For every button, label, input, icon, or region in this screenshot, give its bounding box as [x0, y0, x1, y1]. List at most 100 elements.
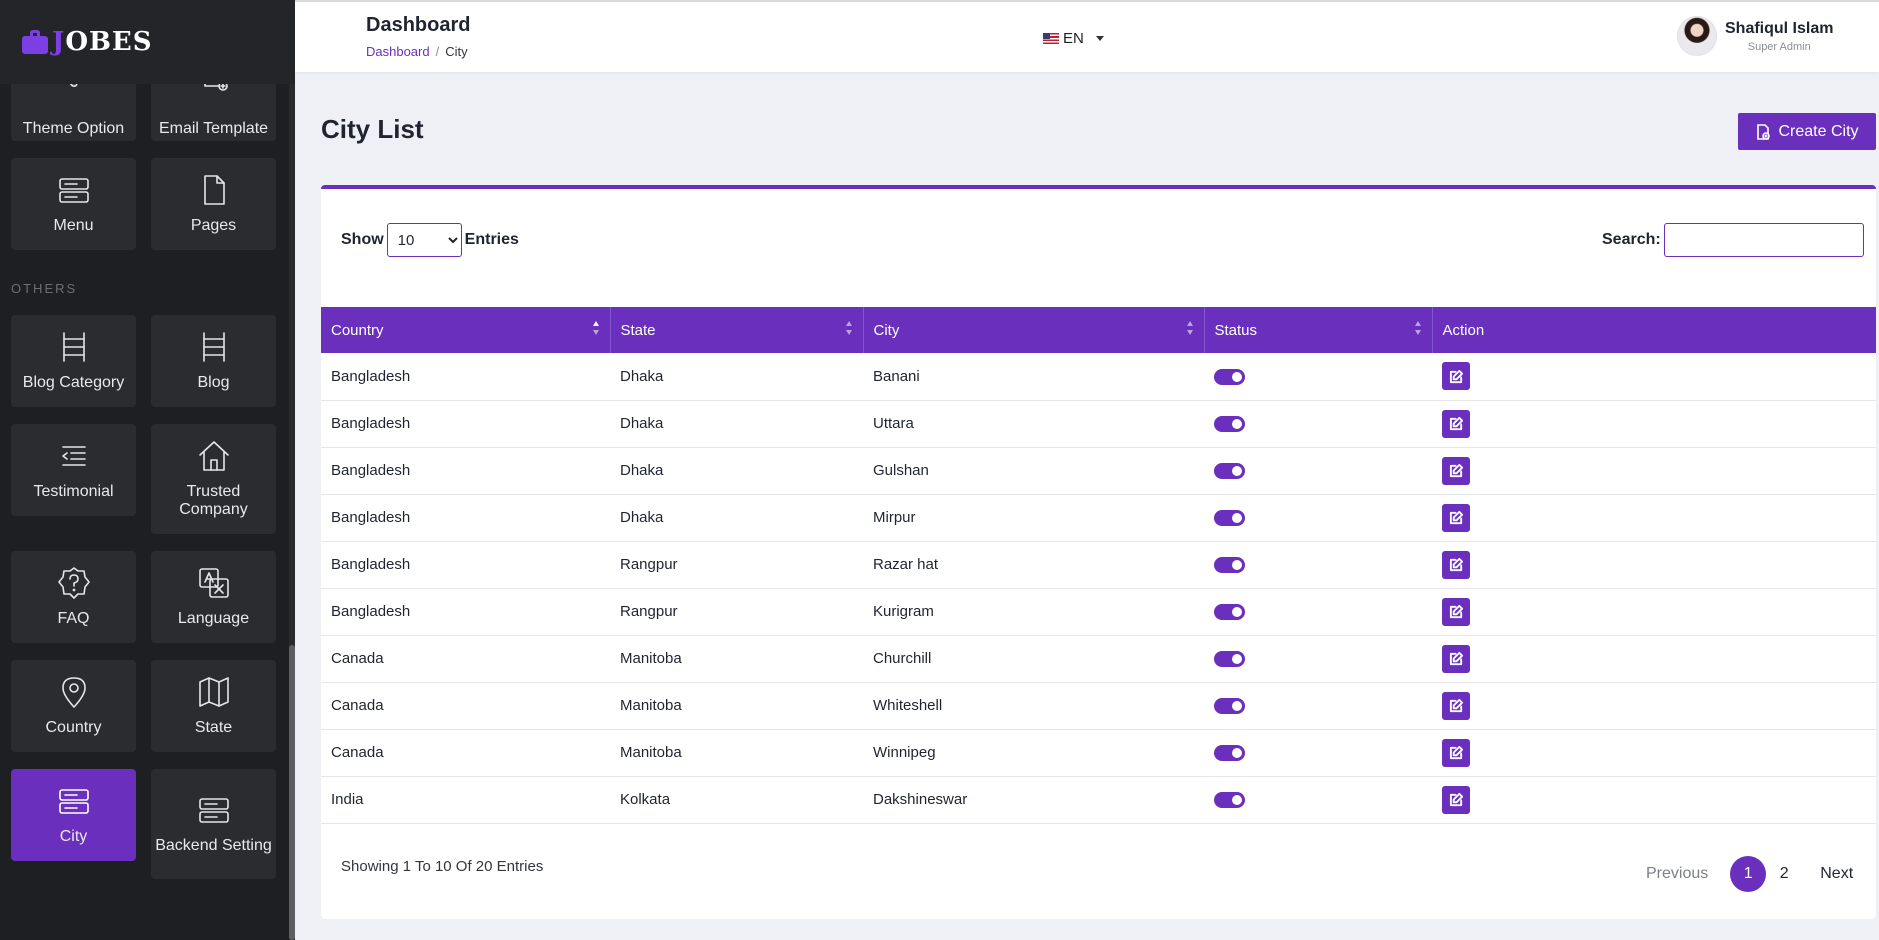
state-cell: Manitoba: [620, 650, 682, 667]
state-cell: Dhaka: [620, 367, 664, 385]
action-cell: [1432, 353, 1876, 400]
sidebar-item-city[interactable]: City: [11, 769, 136, 861]
create-city-button[interactable]: Create City: [1738, 113, 1876, 150]
edit-button[interactable]: [1442, 409, 1470, 438]
sidebar-item-backend-setting[interactable]: Backend Setting: [151, 769, 276, 879]
state-cell: Dhaka: [620, 509, 664, 526]
edit-button[interactable]: [1442, 456, 1470, 485]
edit-icon: [1449, 416, 1463, 431]
city-cell: Winnipeg: [873, 744, 936, 761]
avatar[interactable]: [1677, 16, 1717, 56]
city-cell: Whiteshell: [873, 697, 943, 714]
sort-icon: [1414, 321, 1422, 337]
table-row: Bangladesh Dhaka Gulshan: [321, 447, 1876, 494]
country-cell: Canada: [331, 650, 384, 667]
sidebar: JOBES Theme Option Email Template Menu P…: [0, 0, 295, 940]
status-toggle[interactable]: [1214, 510, 1245, 527]
edit-icon: [1449, 557, 1463, 572]
sidebar-item-trusted-company[interactable]: Trusted Company: [151, 424, 276, 534]
status-toggle[interactable]: [1214, 604, 1245, 621]
pagination-page-2[interactable]: 2: [1766, 856, 1802, 892]
state-cell: Kolkata: [620, 791, 671, 808]
edit-button[interactable]: [1442, 362, 1470, 391]
sidebar-item-menu[interactable]: Menu: [11, 158, 136, 250]
sidebar-item-blog[interactable]: Blog: [151, 315, 276, 407]
action-cell: [1432, 776, 1876, 823]
page-size-select[interactable]: 10: [386, 223, 462, 257]
pagination-page-1[interactable]: 1: [1730, 856, 1767, 892]
language-code: EN: [1063, 30, 1084, 47]
edit-button[interactable]: [1442, 691, 1470, 720]
table-row: Bangladesh Dhaka Banani: [321, 353, 1876, 400]
table-row: Canada Manitoba Whiteshell: [321, 682, 1876, 729]
status-cell: [1204, 494, 1432, 541]
city-cell: Mirpur: [873, 509, 916, 526]
sidebar-item-label: Pages: [190, 217, 237, 234]
country-cell: Bangladesh: [331, 603, 411, 620]
pagination-next[interactable]: Next: [1820, 865, 1853, 883]
breadcrumb-dashboard-link[interactable]: Dashboard: [366, 44, 430, 59]
table-info: Showing 1 To 10 Of 20 Entries: [341, 858, 544, 875]
table-row: Canada Manitoba Winnipeg: [321, 729, 1876, 776]
status-toggle[interactable]: [1214, 651, 1245, 668]
column-header-country[interactable]: Country: [321, 307, 611, 353]
table-header-row: Country State City Status Action: [321, 307, 1876, 353]
column-header-status[interactable]: Status: [1204, 307, 1433, 353]
search-control: Search:: [1602, 223, 1864, 257]
action-cell: [1432, 682, 1876, 729]
status-toggle[interactable]: [1214, 557, 1245, 574]
sidebar-item-label: Email Template: [158, 120, 269, 137]
column-header-state[interactable]: State: [610, 307, 864, 353]
edit-icon: [1449, 792, 1463, 807]
column-header-city[interactable]: City: [863, 307, 1205, 353]
edit-icon: [1449, 651, 1463, 666]
action-cell: [1432, 729, 1876, 776]
sidebar-item-blog-category[interactable]: Blog Category: [11, 315, 136, 407]
status-cell: [1204, 541, 1432, 588]
sidebar-item-label: Testimonial: [33, 483, 114, 500]
pagination-previous[interactable]: Previous: [1646, 865, 1708, 883]
edit-button[interactable]: [1442, 738, 1470, 767]
sidebar-item-pages[interactable]: Pages: [151, 158, 276, 250]
status-toggle[interactable]: [1214, 368, 1245, 385]
sidebar-item-state[interactable]: State: [151, 660, 276, 752]
country-cell: Bangladesh: [331, 462, 411, 479]
edit-button[interactable]: [1442, 785, 1470, 814]
status-toggle[interactable]: [1214, 792, 1245, 809]
edit-button[interactable]: [1442, 503, 1470, 532]
sidebar-item-country[interactable]: Country: [11, 660, 136, 752]
column-header-action: Action: [1442, 321, 1485, 339]
edit-button[interactable]: [1442, 644, 1470, 673]
table-row: Bangladesh Rangpur Razar hat: [321, 541, 1876, 588]
status-cell: [1204, 588, 1432, 635]
sidebar-item-label: Menu: [53, 217, 94, 234]
status-toggle[interactable]: [1214, 698, 1245, 715]
chevron-down-icon: [1095, 36, 1104, 41]
sidebar-item-label: Blog: [197, 374, 230, 391]
status-toggle[interactable]: [1214, 463, 1245, 480]
sidebar-item-language[interactable]: Language: [151, 551, 276, 643]
sidebar-item-testimonial[interactable]: Testimonial: [11, 424, 136, 516]
sidebar-item-faq[interactable]: FAQ: [11, 551, 136, 643]
user-name: Shafiqul Islam: [1725, 19, 1834, 37]
logo[interactable]: JOBES: [0, 0, 295, 84]
country-cell: Canada: [331, 697, 384, 714]
sidebar-scrollbar-thumb[interactable]: [289, 645, 295, 940]
breadcrumb-current: City: [445, 44, 468, 59]
country-cell: Bangladesh: [331, 367, 411, 385]
edit-button[interactable]: [1442, 597, 1470, 626]
state-cell: Dhaka: [620, 415, 664, 432]
sidebar-item-label: Theme Option: [22, 120, 125, 137]
sidebar-item-label: City: [59, 828, 88, 845]
status-toggle[interactable]: [1214, 745, 1245, 762]
edit-button[interactable]: [1442, 550, 1470, 579]
table-row: Bangladesh Rangpur Kurigram: [321, 588, 1876, 635]
us-flag-icon: [1043, 33, 1059, 44]
search-label: Search:: [1602, 231, 1661, 248]
map-icon: [198, 677, 229, 707]
status-toggle[interactable]: [1214, 416, 1245, 433]
user-menu[interactable]: Shafiqul Islam Super Admin: [1677, 16, 1833, 56]
language-dropdown[interactable]: EN: [1043, 30, 1104, 47]
search-input[interactable]: [1663, 223, 1864, 257]
country-cell: Bangladesh: [331, 556, 411, 573]
